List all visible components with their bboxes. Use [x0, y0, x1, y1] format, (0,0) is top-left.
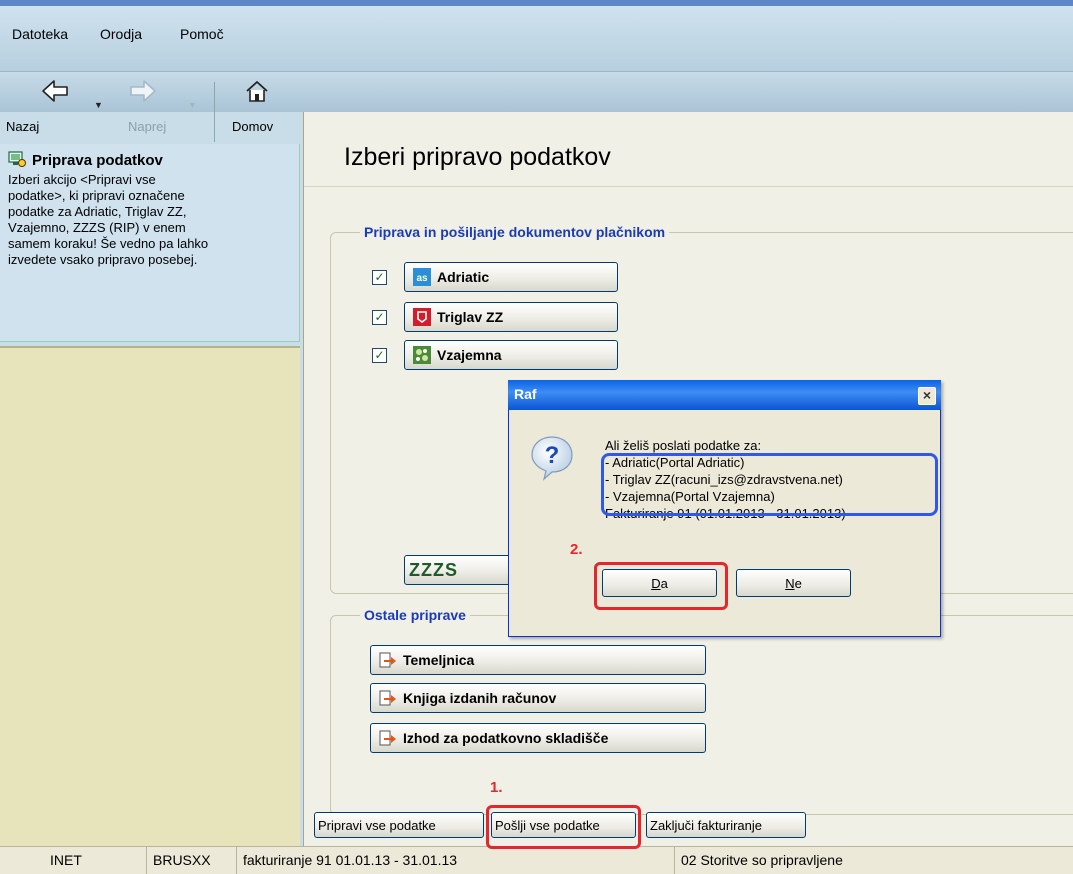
temeljnica-button[interactable]: Temeljnica [370, 645, 706, 675]
status-user: BRUSXX [146, 846, 211, 874]
forward-arrow-icon [130, 80, 156, 102]
export-arrow-icon [379, 690, 396, 706]
status-invoicing: fakturiranje 91 01.01.13 - 31.01.13 [236, 846, 457, 874]
info-line: podatke za Adriatic, Triglav ZZ, [8, 204, 187, 219]
forward-dropdown-icon: ▼ [188, 100, 197, 110]
vzajemna-logo-icon [413, 346, 431, 364]
step-1-label: 1. [490, 779, 503, 796]
svg-text:as: as [416, 273, 428, 284]
back-button-label[interactable]: Nazaj [6, 119, 39, 134]
info-line: podatke>, ki pripravi označene [8, 188, 185, 203]
toolbar [0, 72, 1073, 112]
skladisce-button[interactable]: Izhod za podatkovno skladišče [370, 723, 706, 753]
info-line: samem koraku! Še vedno pa lahko [8, 236, 209, 251]
info-description: Izberi akcijo <Pripravi vse podatke>, ki… [8, 172, 298, 268]
zzzs-button[interactable]: ZZZS [404, 555, 512, 585]
status-connection: INET [50, 852, 82, 868]
menu-orodja[interactable]: Orodja [100, 26, 142, 42]
svg-text:?: ? [545, 442, 560, 469]
forward-button-label: Naprej [128, 119, 167, 134]
export-arrow-icon [379, 652, 396, 668]
menu-pomoc[interactable]: Pomoč [180, 26, 224, 42]
highlight-yes-button [594, 562, 728, 610]
question-icon: ? [531, 436, 573, 481]
vzajemna-label: Vzajemna [437, 347, 502, 363]
dialog-close-button[interactable]: × [918, 387, 936, 405]
highlight-send-all [486, 805, 641, 849]
vzajemna-checkbox[interactable]: ✓ [372, 348, 387, 363]
dialog-title: Raf [514, 386, 537, 402]
adriatic-checkbox[interactable]: ✓ [372, 270, 387, 285]
payers-group-title: Priprava in pošiljanje dokumentov plačni… [360, 224, 670, 240]
menu-datoteka[interactable]: Datoteka [12, 26, 68, 42]
triglav-logo-icon [413, 308, 431, 326]
highlight-recipients [601, 453, 938, 516]
dialog-question: Ali želiš poslati podatke za: [605, 438, 762, 453]
knjiga-racunov-label: Knjiga izdanih računov [403, 690, 557, 706]
toolbar-separator [214, 82, 215, 142]
status-message: 02 Storitve so pripravljene [674, 846, 843, 874]
other-group-title: Ostale priprave [360, 607, 470, 623]
skladisce-label: Izhod za podatkovno skladišče [403, 730, 609, 746]
export-arrow-icon [379, 730, 396, 746]
prepare-all-button[interactable]: Pripravi vse podatke [314, 812, 484, 838]
dialog-no-button[interactable]: Ne [736, 569, 851, 597]
data-prepare-icon [8, 151, 26, 167]
left-lower-panel [0, 346, 300, 846]
knjiga-racunov-button[interactable]: Knjiga izdanih računov [370, 683, 706, 713]
title-divider [304, 186, 1073, 187]
step-2-label: 2. [570, 541, 583, 558]
finish-invoicing-button[interactable]: Zaključi fakturiranje [646, 812, 806, 838]
back-arrow-icon[interactable] [40, 78, 70, 104]
info-line: Izberi akcijo <Pripravi vse [8, 172, 156, 187]
page-title: Izberi pripravo podatkov [344, 143, 611, 171]
triglav-checkbox[interactable]: ✓ [372, 310, 387, 325]
dialog-titlebar[interactable] [508, 380, 941, 410]
triglav-button[interactable]: Triglav ZZ [404, 302, 618, 332]
zzzs-logo-text: ZZZS [409, 559, 458, 580]
home-icon[interactable] [242, 78, 272, 104]
no-label-rest: e [794, 575, 802, 591]
vzajemna-button[interactable]: Vzajemna [404, 340, 618, 370]
info-title: Priprava podatkov [32, 152, 163, 169]
info-line: izvedete vsako pripravo posebej. [8, 252, 198, 267]
adriatic-logo-icon: as [413, 268, 431, 286]
no-mnemonic: N [785, 575, 795, 591]
triglav-label: Triglav ZZ [437, 309, 504, 325]
adriatic-label: Adriatic [437, 269, 490, 285]
adriatic-button[interactable]: as Adriatic [404, 262, 618, 292]
menu-bar [0, 6, 1073, 72]
temeljnica-label: Temeljnica [403, 652, 475, 668]
home-button-label[interactable]: Domov [232, 119, 273, 134]
back-dropdown-icon[interactable]: ▼ [94, 100, 103, 110]
info-line: Vzajemno, ZZZS (RIP) v enem [8, 220, 186, 235]
